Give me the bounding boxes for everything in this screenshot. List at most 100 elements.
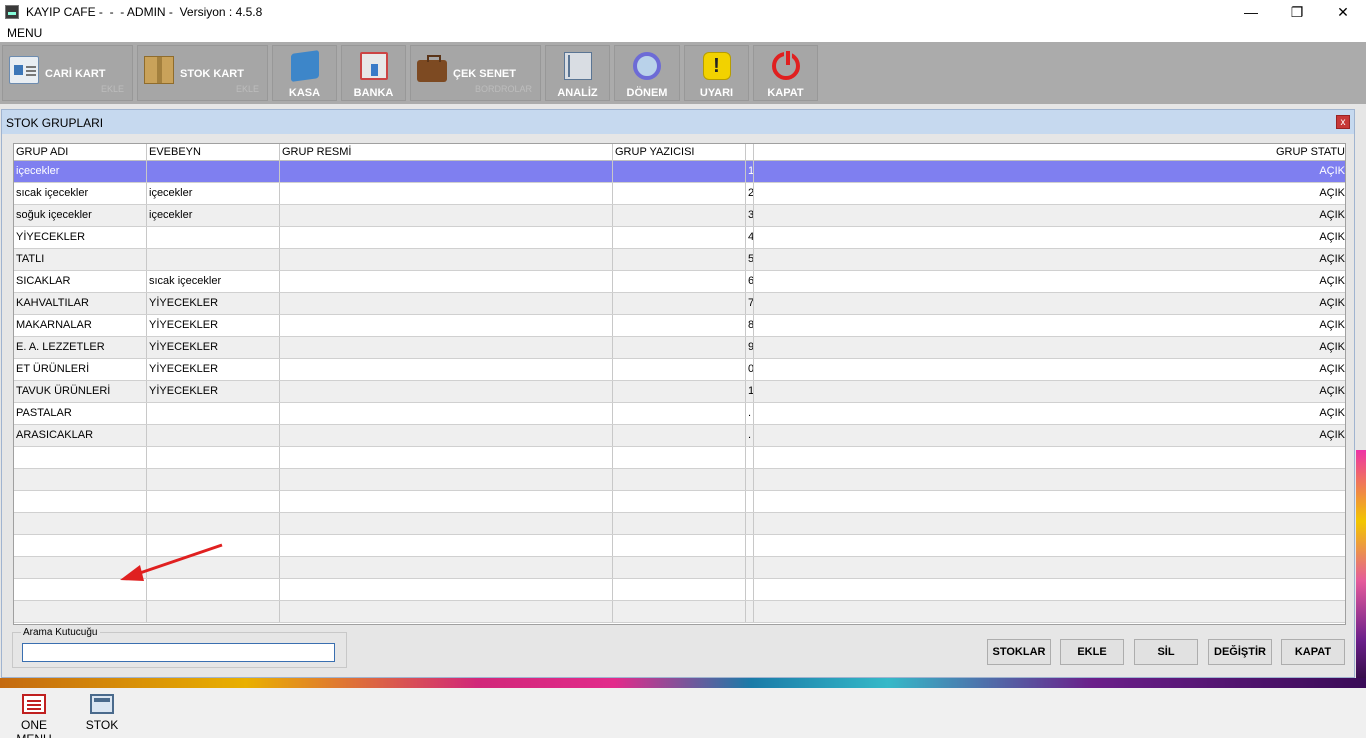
- main-toolbar: CARİ KART EKLE STOK KART EKLE KASA BANKA…: [0, 42, 1366, 104]
- table-cell-name: [14, 557, 147, 578]
- table-cell-status: [754, 447, 1345, 468]
- app-icon: [5, 5, 19, 19]
- table-cell-printer: [613, 205, 746, 226]
- degistir-button[interactable]: DEĞİŞTİR: [1208, 639, 1272, 665]
- toolbar-donem-button[interactable]: DÖNEM: [614, 45, 680, 101]
- taskbar-item-one-menu[interactable]: ONE MENU: [4, 694, 64, 738]
- table-row[interactable]: TAVUK ÜRÜNLERİ YİYECEKLER 1 AÇIK: [14, 381, 1345, 403]
- table-row[interactable]: YİYECEKLER 4 AÇIK: [14, 227, 1345, 249]
- close-window-button[interactable]: ✕: [1320, 0, 1366, 24]
- box-icon: [144, 56, 174, 84]
- contact-card-icon: [9, 56, 39, 84]
- table-cell-mark: [746, 535, 754, 556]
- stoklar-button[interactable]: STOKLAR: [987, 639, 1051, 665]
- table-row[interactable]: MAKARNALAR YİYECEKLER 8 AÇIK: [14, 315, 1345, 337]
- sil-button[interactable]: SİL: [1134, 639, 1198, 665]
- table-row-empty[interactable]: [14, 557, 1345, 579]
- table-cell-status: AÇIK: [1319, 165, 1345, 177]
- toolbar-stok-kart-button[interactable]: STOK KART EKLE: [137, 45, 268, 101]
- table-cell-image: [280, 293, 613, 314]
- taskbar-item-stok[interactable]: STOK ...: [80, 694, 124, 738]
- stock-groups-grid[interactable]: GRUP ADI EVEBEYN GRUP RESMİ GRUP YAZICIS…: [13, 143, 1346, 625]
- column-header-grup-adi[interactable]: GRUP ADI: [14, 144, 147, 161]
- toolbar-cari-kart-button[interactable]: CARİ KART EKLE: [2, 45, 133, 101]
- toolbar-sublabel: EKLE: [100, 84, 124, 94]
- column-header-grup-yazicisi[interactable]: GRUP YAZICISI: [613, 144, 746, 161]
- column-header-narrow[interactable]: [746, 144, 754, 161]
- minimize-button[interactable]: —: [1228, 0, 1274, 24]
- column-header-grup-statu[interactable]: GRUP STATU: [754, 144, 1345, 161]
- column-header-grup-resmi[interactable]: GRUP RESMİ: [280, 144, 613, 161]
- table-cell-status: [754, 491, 1345, 512]
- toolbar-label: KAPAT: [767, 87, 804, 99]
- table-cell-status: AÇIK: [1319, 297, 1345, 309]
- table-cell-image: [280, 271, 613, 292]
- table-cell-image: [280, 403, 613, 424]
- table-row[interactable]: PASTALAR. AÇIK: [14, 403, 1345, 425]
- grid-header: GRUP ADI EVEBEYN GRUP RESMİ GRUP YAZICIS…: [14, 144, 1345, 161]
- table-cell-parent: [147, 425, 280, 446]
- table-cell-printer: [613, 513, 746, 534]
- table-cell-name: MAKARNALAR: [14, 315, 147, 336]
- table-cell-status: AÇIK: [1319, 209, 1345, 221]
- table-row[interactable]: ARASICAKLAR. AÇIK: [14, 425, 1345, 447]
- table-row-empty[interactable]: [14, 513, 1345, 535]
- table-row[interactable]: içecekler 1 AÇIK: [14, 161, 1345, 183]
- table-row[interactable]: sıcak içecekler içecekler 2 AÇIK: [14, 183, 1345, 205]
- table-row-empty[interactable]: [14, 579, 1345, 601]
- menu-window-icon: [22, 694, 46, 714]
- table-cell-parent: sıcak içecekler: [147, 271, 280, 292]
- table-row[interactable]: TATLI 5 AÇIK: [14, 249, 1345, 271]
- table-cell-parent: içecekler: [147, 183, 280, 204]
- table-cell-mark: .: [746, 403, 754, 424]
- search-input[interactable]: [22, 643, 335, 662]
- table-cell-printer: [613, 557, 746, 578]
- table-cell-image: [280, 227, 613, 248]
- table-cell-mark: [746, 557, 754, 578]
- toolbar-sublabel: EKLE: [235, 84, 259, 94]
- table-cell-name: YİYECEKLER: [14, 227, 147, 248]
- table-row-empty[interactable]: [14, 447, 1345, 469]
- table-cell-printer: [613, 183, 746, 204]
- dialog-close-button[interactable]: x: [1336, 115, 1350, 129]
- toolbar-analiz-button[interactable]: ANALİZ: [545, 45, 610, 101]
- toolbar-label: UYARI: [699, 87, 734, 99]
- bank-icon: [359, 52, 388, 80]
- toolbar-cek-senet-button[interactable]: ÇEK SENET BORDROLAR: [410, 45, 541, 101]
- toolbar-kapat-button[interactable]: KAPAT: [753, 45, 818, 101]
- table-cell-image: [280, 337, 613, 358]
- table-cell-printer: [613, 315, 746, 336]
- table-row-empty[interactable]: [14, 535, 1345, 557]
- table-row-empty[interactable]: [14, 601, 1345, 623]
- wallpaper-strip: [0, 678, 1366, 688]
- column-header-evebeyn[interactable]: EVEBEYN: [147, 144, 280, 161]
- table-cell-name: TAVUK ÜRÜNLERİ: [14, 381, 147, 402]
- table-cell-name: E. A. LEZZETLER: [14, 337, 147, 358]
- table-cell-printer: [613, 227, 746, 248]
- table-cell-name: [14, 579, 147, 600]
- toolbar-banka-button[interactable]: BANKA: [341, 45, 406, 101]
- table-cell-parent: YİYECEKLER: [147, 315, 280, 336]
- maximize-button[interactable]: ❐: [1274, 0, 1320, 24]
- table-cell-status: AÇIK: [1319, 385, 1345, 397]
- book-icon: [563, 52, 592, 80]
- taskbar: ONE MENU STOK ...: [0, 688, 1366, 738]
- table-cell-name: TATLI: [14, 249, 147, 270]
- table-row[interactable]: ET ÜRÜNLERİ YİYECEKLER 0 AÇIK: [14, 359, 1345, 381]
- menu-item-menu[interactable]: MENU: [7, 26, 42, 40]
- title-bar: KAYIP CAFE - - - ADMIN - Versiyon : 4.5.…: [0, 0, 1366, 24]
- search-label: Arama Kutucuğu: [21, 627, 100, 638]
- table-row[interactable]: soğuk içecekler içecekler 3 AÇIK: [14, 205, 1345, 227]
- ekle-button[interactable]: EKLE: [1060, 639, 1124, 665]
- toolbar-uyari-button[interactable]: ! UYARI: [684, 45, 749, 101]
- table-cell-parent: içecekler: [147, 205, 280, 226]
- table-cell-status: AÇIK: [1319, 319, 1345, 331]
- kapat-button[interactable]: KAPAT: [1281, 639, 1345, 665]
- table-row-empty[interactable]: [14, 491, 1345, 513]
- toolbar-kasa-button[interactable]: KASA: [272, 45, 337, 101]
- table-row[interactable]: SICAKLAR sıcak içecekler 6 AÇIK: [14, 271, 1345, 293]
- table-row[interactable]: KAHVALTILAR YİYECEKLER 7 AÇIK: [14, 293, 1345, 315]
- table-row-empty[interactable]: [14, 469, 1345, 491]
- table-cell-mark: 4: [746, 227, 754, 248]
- table-row[interactable]: E. A. LEZZETLER YİYECEKLER 9 AÇIK: [14, 337, 1345, 359]
